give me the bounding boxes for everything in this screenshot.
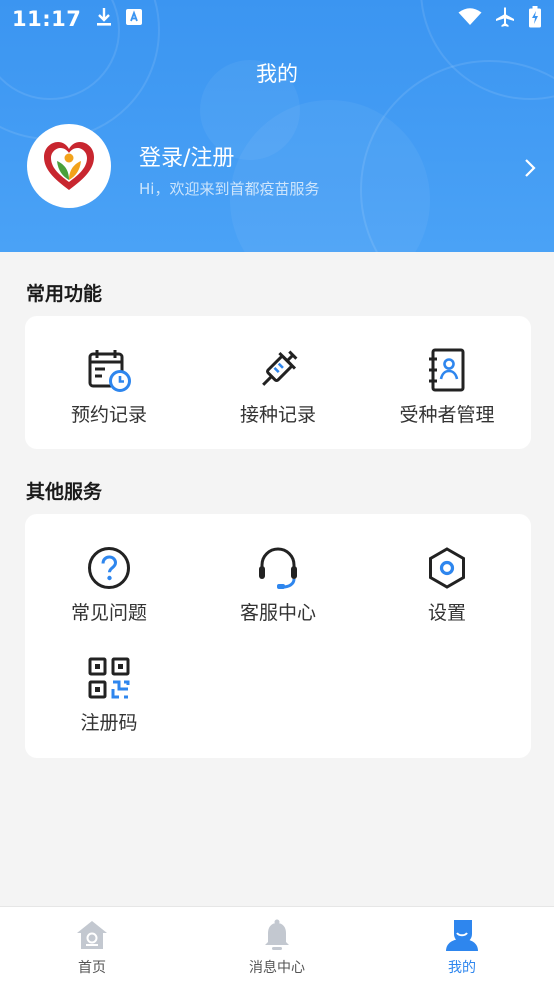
- qr-code-icon: [85, 654, 133, 702]
- login-register-label[interactable]: 登录/注册: [139, 140, 234, 172]
- vaccination-records-button[interactable]: 接种记录: [194, 346, 362, 427]
- settings-label: 设置: [427, 602, 466, 624]
- registration-code-button[interactable]: 注册码: [25, 654, 193, 735]
- faq-button[interactable]: 常见问题: [25, 544, 193, 625]
- calendar-clock-icon: [85, 346, 133, 394]
- settings-button[interactable]: 设置: [363, 544, 531, 625]
- battery-charging-icon: [528, 6, 542, 32]
- appointment-records-button[interactable]: 预约记录: [25, 346, 193, 427]
- recipient-management-label: 受种者管理: [399, 404, 495, 426]
- bottom-tab-bar: 首页 消息中心 我的: [0, 906, 554, 984]
- tab-messages-label: 消息中心: [249, 960, 305, 976]
- status-time: 11:17: [12, 7, 82, 31]
- section-title-common: 常用功能: [26, 283, 103, 305]
- tab-home-label: 首页: [78, 960, 106, 976]
- profile-header: 11:17 我的 登录/注册 Hi，欢迎来到首都疫苗服务: [0, 0, 554, 252]
- customer-service-button[interactable]: 客服中心: [194, 544, 362, 625]
- headset-icon: [254, 544, 302, 592]
- recipient-management-button[interactable]: 受种者管理: [363, 346, 531, 427]
- settings-hexagon-icon: [423, 544, 471, 592]
- wifi-icon: [458, 8, 482, 30]
- bell-icon: [259, 917, 295, 953]
- user-icon: [444, 917, 480, 953]
- login-register-row[interactable]: 登录/注册 Hi，欢迎来到首都疫苗服务: [0, 120, 554, 216]
- chevron-right-icon[interactable]: [524, 158, 536, 182]
- tab-mine[interactable]: 我的: [370, 907, 554, 984]
- faq-label: 常见问题: [70, 602, 147, 624]
- avatar[interactable]: [27, 124, 111, 208]
- syringe-icon: [254, 346, 302, 394]
- tab-home[interactable]: 首页: [0, 907, 184, 984]
- section-title-other: 其他服务: [26, 481, 103, 503]
- heart-logo-icon: [34, 131, 104, 201]
- registration-code-label: 注册码: [80, 712, 138, 734]
- tab-mine-label: 我的: [448, 960, 476, 976]
- app-store-icon: [125, 8, 143, 30]
- download-icon: [95, 7, 113, 31]
- page-title: 我的: [256, 62, 298, 86]
- home-icon: [74, 917, 110, 953]
- tab-messages[interactable]: 消息中心: [185, 907, 369, 984]
- common-functions-card: 预约记录 接种记录 受种者管理: [25, 316, 531, 449]
- airplane-icon: [494, 6, 516, 32]
- question-icon: [85, 544, 133, 592]
- customer-service-label: 客服中心: [239, 602, 316, 624]
- contact-book-icon: [423, 346, 471, 394]
- appointment-records-label: 预约记录: [70, 404, 147, 426]
- status-bar: 11:17: [0, 0, 554, 38]
- vaccination-records-label: 接种记录: [239, 404, 316, 426]
- welcome-text: Hi，欢迎来到首都疫苗服务: [139, 180, 320, 198]
- other-services-card: 常见问题 客服中心 设置 注册码: [25, 514, 531, 758]
